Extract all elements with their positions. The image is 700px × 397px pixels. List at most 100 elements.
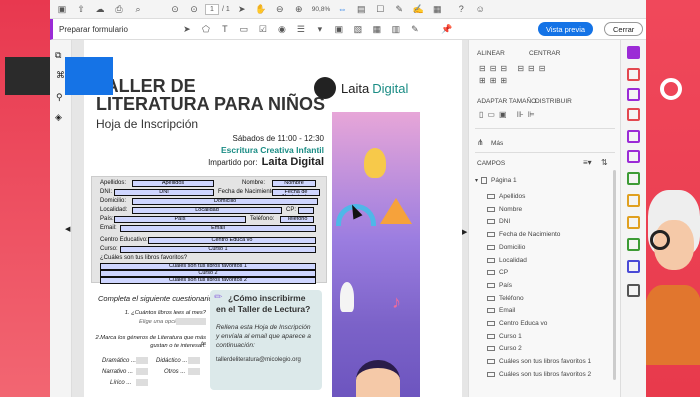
- edit-pdf-icon[interactable]: [627, 88, 640, 101]
- field-list-item[interactable]: Email: [487, 307, 515, 314]
- highlight-icon[interactable]: ✎: [392, 2, 406, 16]
- field-list-item[interactable]: Centro Educa vo: [487, 320, 547, 327]
- field-email[interactable]: Email: [120, 225, 316, 232]
- question-1-select[interactable]: [176, 318, 206, 325]
- barcode-icon[interactable]: ▥: [389, 22, 403, 36]
- fill-sign-icon[interactable]: ▦: [430, 2, 444, 16]
- genre-otros-label: Otros ...: [164, 369, 186, 375]
- image-field-icon[interactable]: ▧: [351, 22, 365, 36]
- textbox-icon[interactable]: ▭: [237, 22, 251, 36]
- comment-icon[interactable]: ☐: [373, 2, 387, 16]
- field-localidad[interactable]: Localidad: [132, 207, 282, 214]
- more-label[interactable]: Más: [491, 140, 503, 147]
- prev-page-icon[interactable]: ⊙: [168, 2, 182, 16]
- field-list-item[interactable]: Curso 1: [487, 333, 522, 340]
- signature-field-icon[interactable]: ✎: [408, 22, 422, 36]
- collapse-right-icon[interactable]: ▶: [462, 228, 467, 236]
- edit-tool-icon[interactable]: ⬠: [199, 22, 213, 36]
- field-list-item[interactable]: Cuáles son tus libros favoritos 1: [487, 358, 591, 365]
- field-list-item-label: Email: [499, 307, 516, 315]
- genre-lirico-checkbox[interactable]: [136, 379, 148, 386]
- field-curso2[interactable]: Curso 2: [100, 270, 316, 277]
- preview-button[interactable]: Vista previa: [538, 22, 594, 36]
- sign-icon[interactable]: ✍: [411, 2, 425, 16]
- field-list-item[interactable]: País: [487, 282, 512, 289]
- create-pdf-icon[interactable]: [627, 46, 640, 59]
- send-sign-icon[interactable]: [627, 172, 640, 185]
- layers-icon[interactable]: ◈: [55, 112, 62, 123]
- field-apellidos[interactable]: Apellidos: [132, 180, 214, 187]
- more-tools-icon[interactable]: [627, 284, 640, 297]
- fill-sign-rail-icon[interactable]: [627, 150, 640, 163]
- select-tool-icon[interactable]: ➤: [235, 2, 249, 16]
- fit-page-icon[interactable]: ⇔: [335, 2, 349, 16]
- radio-icon[interactable]: ◉: [275, 22, 289, 36]
- field-list-item[interactable]: Domicilio: [487, 244, 525, 251]
- attach-icon[interactable]: ⚲: [56, 92, 63, 103]
- panel-scrollbar[interactable]: [613, 170, 616, 380]
- collapse-left-icon[interactable]: ◀: [65, 225, 70, 233]
- comment-rail-icon[interactable]: [627, 216, 640, 229]
- list-icon[interactable]: ☰: [294, 22, 308, 36]
- field-list-item[interactable]: Cuáles son tus libros favoritos 2: [487, 371, 591, 378]
- combine-icon[interactable]: [627, 108, 640, 121]
- checkbox-icon[interactable]: ☑: [256, 22, 270, 36]
- field-list-item[interactable]: Teléfono: [487, 295, 524, 302]
- field-domicilio[interactable]: Domicilio: [132, 198, 318, 205]
- sort-icon[interactable]: ≡▾: [583, 158, 592, 167]
- tree-expand-icon[interactable]: ▾: [475, 177, 478, 184]
- bookmark-icon[interactable]: ⌘: [56, 70, 65, 81]
- field-list-item[interactable]: Apellidos: [487, 193, 525, 200]
- account-icon[interactable]: ☺: [473, 2, 487, 16]
- genre-otros-checkbox[interactable]: [188, 368, 200, 375]
- pin-icon[interactable]: 📌: [440, 22, 454, 36]
- page-node[interactable]: ▾ Página 1: [475, 177, 517, 184]
- scroll-mode-icon[interactable]: ▤: [354, 2, 368, 16]
- cursor-tool-icon[interactable]: ➤: [180, 22, 194, 36]
- field-telefono[interactable]: Teléfono: [280, 216, 314, 223]
- field-list-item[interactable]: Localidad: [487, 257, 527, 264]
- export-pdf-icon[interactable]: [627, 68, 640, 81]
- genre-narrativo-checkbox[interactable]: [136, 368, 148, 375]
- share-icon[interactable]: [627, 194, 640, 207]
- genre-dramatico-checkbox[interactable]: [136, 357, 148, 364]
- scan-icon[interactable]: [627, 238, 640, 251]
- field-centro[interactable]: Centro Educa vo: [148, 237, 316, 244]
- field-curso1[interactable]: Curso 1: [120, 246, 316, 253]
- next-page-icon[interactable]: ⊙: [187, 2, 201, 16]
- help-icon[interactable]: ?: [454, 2, 468, 16]
- field-pais[interactable]: País: [114, 216, 246, 223]
- save-icon[interactable]: ▣: [55, 2, 69, 16]
- cloud-icon[interactable]: ☁: [93, 2, 107, 16]
- field-list-item[interactable]: DNI: [487, 218, 510, 225]
- upload-icon[interactable]: ⇧: [74, 2, 88, 16]
- protect-icon[interactable]: [627, 260, 640, 273]
- zoom-level[interactable]: 90,8%: [312, 6, 330, 13]
- more-icon[interactable]: ⋔: [477, 138, 484, 147]
- close-button[interactable]: Cerrar: [604, 22, 644, 36]
- field-list-item[interactable]: Fecha de Nacimiento: [487, 231, 560, 238]
- text-field-icon[interactable]: T: [218, 22, 232, 36]
- print-icon[interactable]: ⎙: [112, 2, 126, 16]
- field-list-item[interactable]: Nombre: [487, 206, 522, 213]
- date-field-icon[interactable]: ▦: [370, 22, 384, 36]
- pages-icon[interactable]: ⧉: [55, 50, 61, 61]
- field-cp[interactable]: [298, 207, 314, 214]
- organize-icon[interactable]: [627, 130, 640, 143]
- button-field-icon[interactable]: ▣: [332, 22, 346, 36]
- search-icon[interactable]: ⌕: [131, 2, 145, 16]
- field-nombre[interactable]: Nombre: [272, 180, 316, 187]
- page-number-input[interactable]: 1: [205, 3, 219, 15]
- zoom-out-icon[interactable]: ⊖: [273, 2, 287, 16]
- hand-tool-icon[interactable]: ✋: [254, 2, 268, 16]
- field-fecha[interactable]: Fecha de Nacimiento: [272, 189, 320, 196]
- dropdown-icon[interactable]: ▾: [313, 22, 327, 36]
- field-list-item[interactable]: Curso 2: [487, 345, 522, 352]
- zoom-in-icon[interactable]: ⊕: [292, 2, 306, 16]
- field-libros1[interactable]: Cuáles son tus libros favoritos 1: [100, 263, 316, 270]
- filter-icon[interactable]: ⇅: [601, 158, 608, 167]
- field-libros2[interactable]: Cuáles son tus libros favoritos 2: [100, 277, 316, 284]
- field-list-item[interactable]: CP: [487, 269, 508, 276]
- field-dni[interactable]: DNI: [114, 189, 214, 196]
- genre-didactico-checkbox[interactable]: [188, 357, 200, 364]
